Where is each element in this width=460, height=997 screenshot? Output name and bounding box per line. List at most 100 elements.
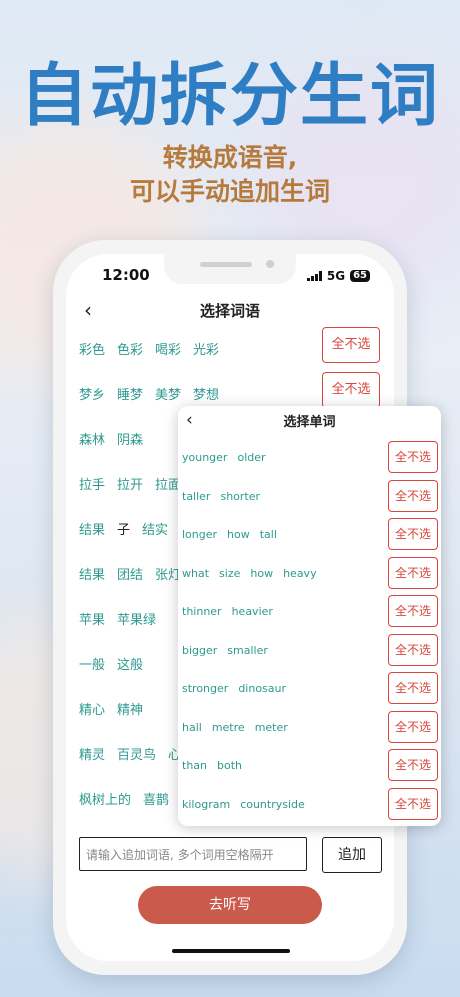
sheet-word-item[interactable]: taller [182,490,210,503]
sheet-word-item[interactable]: smaller [227,644,268,657]
word-item[interactable]: 梦乡 [79,384,105,403]
sheet-deselect-all-button[interactable]: 全不选 [388,595,438,627]
word-row: 苹果 苹果绿 [79,609,156,628]
word-item[interactable]: 喝彩 [155,339,181,358]
sheet-word-row: than both [182,759,242,772]
sheet-word-item[interactable]: dinosaur [238,682,286,695]
word-item[interactable]: 结果 [79,519,105,538]
sheet-deselect-all-button[interactable]: 全不选 [388,633,438,666]
sheet-word-item[interactable]: size [219,567,240,580]
sheet-deselect-all-button[interactable]: 全不选 [388,672,438,704]
word-item[interactable]: 结果 [79,564,105,583]
sheet-word-item[interactable]: both [217,759,242,772]
sheet-title: 选择单词 [283,415,336,430]
word-item[interactable]: 一般 [79,654,105,673]
sheet-word-row: longer how tall [182,528,277,541]
word-row: 精心 精神 [79,699,143,718]
word-item[interactable]: 精心 [79,699,105,718]
status-time: 12:00 [102,266,150,284]
sheet-word-item[interactable]: shorter [220,490,260,503]
word-row: 梦乡 睡梦 美梦 梦想 [79,384,219,403]
go-dictation-button[interactable]: 去听写 [138,886,322,924]
word-item[interactable]: 彩色 [79,339,105,358]
sheet-word-item[interactable]: meter [255,721,288,734]
word-row: 精灵 百灵鸟心 [79,744,181,763]
word-item[interactable]: 阴森 [117,429,143,448]
word-item[interactable]: 梦想 [193,384,219,403]
sheet-word-item[interactable]: kilogram [182,798,230,811]
camera [266,260,274,268]
signal-icon [306,271,322,281]
word-item[interactable]: 团结 [117,564,143,583]
sheet-word-row: thinner heavier [182,605,273,618]
word-row: 森林 阴森 [79,429,143,448]
word-item[interactable]: 这般 [117,654,143,673]
word-item[interactable]: 百灵鸟 [117,744,156,763]
sheet-word-item[interactable]: what [182,567,209,580]
word-item[interactable]: 苹果 [79,609,105,628]
sheet-word-item[interactable]: metre [212,721,245,734]
speaker [200,262,252,267]
sheet-deselect-all-button[interactable]: 全不选 [388,441,438,473]
word-item[interactable]: 睡梦 [117,384,143,403]
sheet-word-item[interactable]: how [227,528,250,541]
sheet-word-row: stronger dinosaur [182,682,286,695]
sheet-word-row: younger older [182,451,266,464]
sheet-word-row: what size how heavy [182,567,317,580]
append-words-input[interactable]: 请输入追加词语, 多个词用空格隔开 [79,837,307,871]
word-row: 拉手 拉开 拉面 [79,474,181,493]
promo-headline: 自动拆分生词 [19,57,440,136]
word-row: 结果 团结 张灯 [79,564,181,583]
word-item[interactable]: 森林 [79,429,105,448]
sheet-deselect-all-button[interactable]: 全不选 [388,479,438,512]
phone-notch [164,254,296,284]
word-item[interactable]: 精神 [117,699,143,718]
word-row: 彩色 色彩 喝彩 光彩 [79,339,219,358]
sheet-word-item[interactable]: thinner [182,605,222,618]
word-item[interactable]: 枫树上的 [79,789,131,808]
word-item[interactable]: 美梦 [155,384,181,403]
sheet-deselect-all-button[interactable]: 全不选 [388,556,438,589]
sheet-word-item[interactable]: older [237,451,265,464]
sheet-word-item[interactable]: tall [260,528,277,541]
sheet-deselect-all-button[interactable]: 全不选 [388,518,438,550]
network-label: 5G [326,269,346,283]
sheet-word-item[interactable]: bigger [182,644,217,657]
promo-subline-2: 可以手动追加生词 [129,177,330,206]
sheet-word-row: kilogram countryside [182,798,305,811]
sheet-word-item[interactable]: heavy [283,567,317,580]
word-item[interactable]: 喜鹊 [143,789,169,808]
sheet-word-item[interactable]: countryside [240,798,305,811]
word-item[interactable]: 色彩 [117,339,143,358]
sheet-deselect-all-button[interactable]: 全不选 [388,787,438,820]
word-row: 一般 这般 [79,654,143,673]
word-item[interactable]: 拉开 [117,474,143,493]
deselect-all-button[interactable]: 全不选 [322,372,380,408]
sheet-word-item[interactable]: than [182,759,207,772]
word-item[interactable]: 拉手 [79,474,105,493]
status-bar-right: 5G 65 [306,269,370,283]
word-item[interactable]: 子 [117,519,130,538]
sheet-word-item[interactable]: stronger [182,682,228,695]
home-indicator [172,949,290,953]
sheet-word-item[interactable]: how [250,567,273,580]
word-select-sheet: ‹ 选择单词 younger older 全不选 taller shorter 全不选 lo… [178,406,441,826]
word-item[interactable]: 精灵 [79,744,105,763]
sheet-word-item[interactable]: younger [182,451,227,464]
word-item[interactable]: 结实 [142,519,168,538]
deselect-all-button[interactable]: 全不选 [322,327,380,363]
sheet-word-row: bigger smaller [182,644,268,657]
sheet-word-item[interactable]: hall [182,721,202,734]
word-item[interactable]: 光彩 [193,339,219,358]
append-button[interactable]: 追加 [322,837,382,873]
sheet-deselect-all-button[interactable]: 全不选 [388,749,438,781]
page-title: 选择词语 [199,302,260,320]
battery-icon: 65 [350,270,370,282]
word-item[interactable]: 苹果绿 [117,609,156,628]
sheet-deselect-all-button[interactable]: 全不选 [388,710,438,743]
word-row: 结果子结实 [79,519,168,538]
sheet-word-row: taller shorter [182,490,260,503]
word-row: 枫树上的 喜鹊 [79,789,169,808]
sheet-word-item[interactable]: longer [182,528,217,541]
sheet-word-item[interactable]: heavier [232,605,273,618]
